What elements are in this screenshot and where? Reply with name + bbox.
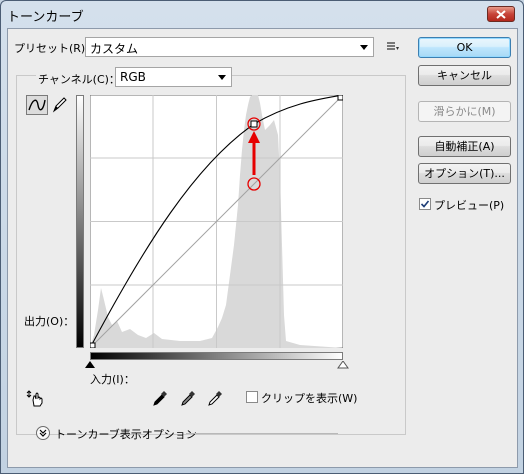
preset-dropdown[interactable]: カスタム <box>85 37 374 57</box>
gray-eyedropper-icon[interactable] <box>180 389 196 407</box>
dialog-title: トーンカーブ <box>7 10 84 25</box>
hand-adjust-icon[interactable] <box>26 389 46 407</box>
close-button[interactable] <box>487 6 515 22</box>
channel-value: RGB <box>120 70 146 84</box>
black-eyedropper-icon[interactable] <box>152 389 168 407</box>
options-divider <box>186 433 338 434</box>
channel-dropdown[interactable]: RGB <box>115 67 232 87</box>
tone-curve-dialog: トーンカーブ プリセット(R)： カスタム OK キャンセル 滑らかに(M) 自… <box>0 0 524 474</box>
options-button[interactable]: オプション(T)... <box>418 163 511 184</box>
display-options-label: トーンカーブ表示オプション <box>55 428 197 441</box>
pencil-icon <box>52 97 67 113</box>
checkmark-icon <box>420 200 430 208</box>
auto-button[interactable]: 自動補正(A) <box>418 136 511 157</box>
double-chevron-down-icon <box>39 429 47 437</box>
curve-tool-button[interactable] <box>26 95 48 115</box>
chevron-down-icon <box>360 45 368 50</box>
dialog-body: プリセット(R)： カスタム OK キャンセル 滑らかに(M) 自動補正(A) … <box>7 28 518 468</box>
curve-tool-icon <box>28 99 46 111</box>
curve-control-point <box>250 120 258 128</box>
input-label: 入力(I)： <box>90 373 135 386</box>
curve-graph[interactable] <box>90 95 343 348</box>
close-icon <box>496 9 506 19</box>
channel-label: チャンネル(C)： <box>36 71 122 87</box>
output-label: 出力(O)： <box>24 315 75 328</box>
preset-menu-icon[interactable] <box>386 41 400 53</box>
chevron-down-icon <box>218 75 226 80</box>
black-point-slider[interactable] <box>84 361 96 369</box>
expand-options-button[interactable] <box>36 426 50 440</box>
curve-endpoint-top <box>337 95 343 101</box>
ok-button[interactable]: OK <box>418 37 511 58</box>
pencil-tool-button[interactable] <box>50 95 72 115</box>
output-gradient-bar <box>76 95 84 348</box>
preview-label: プレビュー(P) <box>434 199 505 212</box>
clipping-checkbox[interactable] <box>246 391 258 403</box>
smooth-button[interactable]: 滑らかに(M) <box>418 101 511 122</box>
title-bar[interactable]: トーンカーブ <box>1 1 523 27</box>
preset-value: カスタム <box>90 42 139 56</box>
preset-label: プリセット(R)： <box>14 42 97 55</box>
cancel-button[interactable]: キャンセル <box>418 65 511 86</box>
curve-endpoint-bottom <box>90 342 96 348</box>
preview-checkbox[interactable] <box>419 198 431 210</box>
white-point-slider[interactable] <box>337 361 349 369</box>
white-eyedropper-icon[interactable] <box>207 389 223 407</box>
input-gradient-bar <box>90 352 343 360</box>
clipping-label: クリップを表示(W) <box>261 392 358 405</box>
